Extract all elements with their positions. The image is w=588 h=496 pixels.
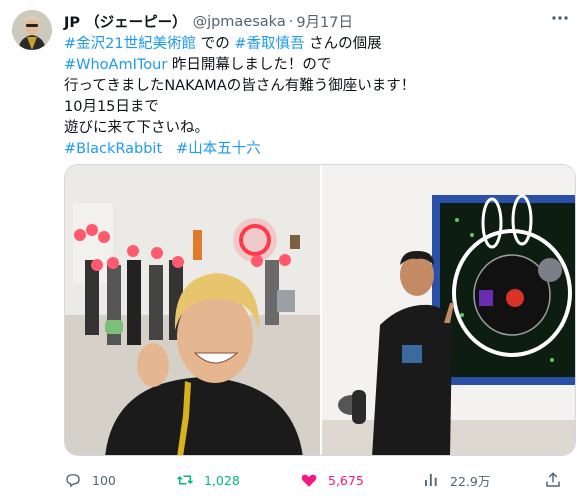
- text-fragment: 昨日開幕しました！ので: [167, 57, 332, 73]
- media-grid: [64, 164, 576, 456]
- user-handle[interactable]: @jpmaesaka: [193, 14, 286, 30]
- tweet-text: #金沢21世紀美術館 での #香取慎吾 さんの個展 #WhoAmITour 昨日…: [64, 34, 574, 160]
- like-button[interactable]: 5,675: [300, 468, 364, 492]
- reply-count: 100: [92, 472, 116, 488]
- photo-gallery-selfie[interactable]: [65, 165, 320, 455]
- tweet-date[interactable]: 9月17日: [296, 11, 353, 32]
- retweet-count: 1,028: [204, 472, 240, 488]
- text-fragment: さんの個展: [304, 36, 382, 52]
- avatar[interactable]: [12, 10, 52, 50]
- hashtag-yamamoto-isoroku[interactable]: #山本五十六: [176, 141, 261, 157]
- hashtag-blackrabbit[interactable]: #BlackRabbit: [64, 141, 162, 157]
- display-name[interactable]: JP （ジェーピー）: [64, 11, 187, 32]
- hashtag-whoamitour[interactable]: #WhoAmITour: [64, 57, 167, 73]
- retweet-button[interactable]: 1,028: [176, 468, 240, 492]
- like-count: 5,675: [328, 472, 364, 488]
- heart-icon: [301, 474, 317, 487]
- more-options-icon[interactable]: [548, 8, 572, 28]
- avatar-image: [12, 10, 52, 50]
- share-icon: [546, 472, 560, 487]
- share-button[interactable]: [544, 468, 572, 492]
- tweet-line-4: 10月15日まで: [64, 99, 159, 115]
- views-count: 22.9万: [450, 473, 491, 489]
- tweet-line-2: #WhoAmITour 昨日開幕しました！ので: [64, 55, 574, 76]
- text-fragment: での: [196, 36, 235, 52]
- tweet-actions: 100 1,028 5,675 22.9万: [64, 468, 576, 492]
- tweet-line-6: #BlackRabbit #山本五十六: [64, 139, 574, 160]
- tweet-header: JP （ジェーピー） @jpmaesaka · 9月17日: [64, 11, 353, 32]
- views-chart-icon: [425, 474, 437, 486]
- views-button[interactable]: 22.9万: [422, 468, 490, 492]
- tweet-line-1: #金沢21世紀美術館 での #香取慎吾 さんの個展: [64, 34, 574, 55]
- hashtag-kanazawa-museum[interactable]: #金沢21世紀美術館: [64, 36, 196, 52]
- hashtag-katori-shingo[interactable]: #香取慎吾: [234, 36, 304, 52]
- photo-painting[interactable]: [322, 165, 575, 455]
- man-with-painting-photo: [322, 165, 575, 455]
- separator-dot: ·: [288, 13, 294, 30]
- reply-icon: [66, 474, 80, 488]
- reply-button[interactable]: 100: [64, 468, 116, 492]
- tweet-line-3: 行ってきましたNAKAMAの皆さん有難う御座います！: [64, 78, 416, 94]
- retweet-icon: [176, 475, 194, 485]
- museum-group-selfie-photo: [65, 165, 320, 455]
- tweet-line-5: 遊びに来て下さいね。: [64, 120, 209, 136]
